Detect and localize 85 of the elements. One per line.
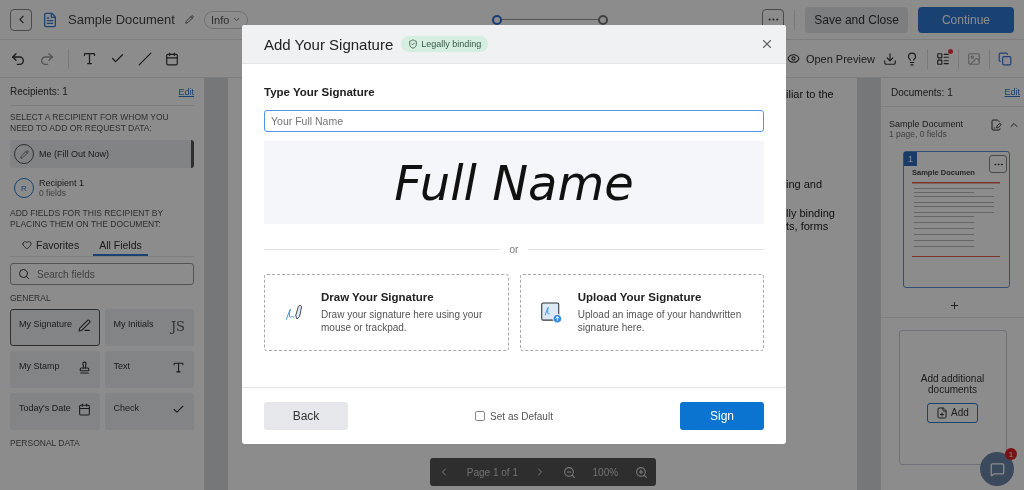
chat-icon	[989, 461, 1005, 477]
option-description: Draw your signature here using your mouse or trackpad.	[321, 307, 484, 335]
option-description: Upload an image of your handwritten signature here.	[577, 307, 743, 335]
search-icon	[18, 268, 30, 281]
continue-button[interactable]: Continue	[917, 6, 1014, 33]
document-name: Sample Document	[889, 119, 965, 129]
document-icon[interactable]	[990, 119, 1002, 131]
field-tile[interactable]: My Stamp	[10, 351, 100, 389]
document-icon	[42, 11, 58, 28]
recipient-name: Me (Fill Out Now)	[39, 149, 109, 160]
document-text: ing and	[786, 178, 823, 191]
zoom-out-icon[interactable]	[563, 465, 576, 479]
text-icon	[172, 361, 185, 375]
add-documents-title: Add additional documents	[919, 372, 986, 395]
download-icon[interactable]	[883, 51, 897, 66]
text-tool-icon[interactable]	[82, 51, 97, 66]
document-text: lly binding	[786, 207, 835, 220]
close-button[interactable]	[760, 37, 774, 51]
section-title: PERSONAL DATA	[10, 438, 81, 449]
signature-option-card[interactable]: Draw Your Signature Draw your signature here using your mouse or trackpad.	[264, 274, 509, 351]
line-tool-icon[interactable]	[138, 51, 152, 66]
initials-glyph: JS	[170, 319, 185, 335]
signature-preview: Full Name	[264, 141, 764, 224]
edit-link[interactable]: Edit	[178, 86, 194, 97]
field-tile[interactable]: Check	[104, 393, 194, 431]
legally-binding-badge: Legally binding	[401, 36, 489, 52]
recipient-name: Recipient 1	[39, 178, 85, 189]
field-tile[interactable]: My Initials JS	[104, 309, 194, 347]
heart-icon	[22, 240, 32, 251]
field-tile[interactable]: My Signature	[10, 309, 100, 347]
copy-icon[interactable]	[998, 51, 1012, 66]
document-meta: 1 page, 0 fields	[889, 129, 948, 139]
edit-link[interactable]: Edit	[1004, 87, 1020, 97]
zoom-level[interactable]: 100%	[592, 466, 619, 478]
calendar-icon	[77, 403, 91, 417]
checkbox-label: Set as Default	[490, 410, 553, 422]
recipients-count: Recipients: 1	[10, 86, 68, 97]
add-button[interactable]: Add	[927, 402, 978, 423]
lightbulb-icon[interactable]	[905, 51, 919, 66]
shield-icon	[408, 39, 419, 49]
page-number: 1	[904, 152, 917, 166]
divider-text: or	[509, 244, 519, 255]
search-field[interactable]: Search fields	[10, 263, 194, 286]
back-button[interactable]: Back	[264, 402, 348, 430]
section-title: GENERAL	[10, 293, 52, 304]
document-text: iliar to the	[786, 88, 834, 101]
notification-badge: 1	[1005, 448, 1017, 460]
caret-icon	[232, 15, 242, 24]
save-and-close-button[interactable]: Save and Close	[805, 6, 908, 33]
document-text: ts, forms	[786, 220, 829, 233]
stamp-icon	[77, 361, 91, 375]
sign-button[interactable]: Sign	[680, 402, 764, 430]
section-heading: SELECT A RECIPIENT FOR WHOM YOU NEED TO ADD OR REQUEST DATA:	[10, 112, 170, 135]
recipient-item[interactable]: R Recipient 1 0 fields	[10, 174, 194, 203]
eye-icon	[786, 52, 800, 65]
pen-icon	[77, 319, 91, 333]
dialog-title: Add Your Signature	[264, 35, 394, 53]
date-tool-icon[interactable]	[165, 51, 179, 66]
document-title: Sample Document	[68, 12, 175, 27]
field-label: Type Your Signature	[264, 86, 376, 98]
option-title: Upload Your Signature	[577, 290, 703, 303]
field-count: 0 fields	[39, 188, 67, 199]
zoom-in-icon[interactable]	[634, 465, 648, 479]
add-page-icon[interactable]	[949, 300, 960, 311]
undo-icon[interactable]	[10, 50, 26, 67]
default-checkbox[interactable]	[475, 411, 486, 421]
open-preview-button[interactable]: Open Preview	[786, 52, 875, 65]
fields-tab[interactable]: Favorites	[16, 236, 86, 257]
page-indicator: Page 1 of 1	[466, 466, 518, 478]
field-tile[interactable]: Today's Date	[10, 393, 100, 431]
close-icon	[760, 37, 774, 51]
section-heading: ADD FIELDS FOR THIS RECIPIENT BY PLACING THEM ON THE DOCUMENT:	[10, 208, 165, 231]
full-name-input[interactable]: Your Full Name	[264, 110, 764, 132]
signature-option-card[interactable]: Upload Your Signature Upload an image of your handwritten signature here.	[519, 274, 764, 351]
field-tile[interactable]: Text	[104, 351, 194, 389]
info-dropdown[interactable]: Info	[203, 10, 249, 29]
edit-icon[interactable]	[184, 15, 194, 24]
fields-tab[interactable]: All Fields	[93, 236, 148, 257]
recipient-item[interactable]: Me (Fill Out Now)	[10, 140, 194, 169]
documents-count: Documents: 1	[891, 86, 953, 98]
redo-icon[interactable]	[39, 50, 55, 67]
option-title: Draw Your Signature	[321, 290, 435, 303]
back-button[interactable]	[10, 8, 32, 31]
file-plus-icon	[936, 406, 949, 419]
layout-icon[interactable]	[936, 51, 950, 66]
